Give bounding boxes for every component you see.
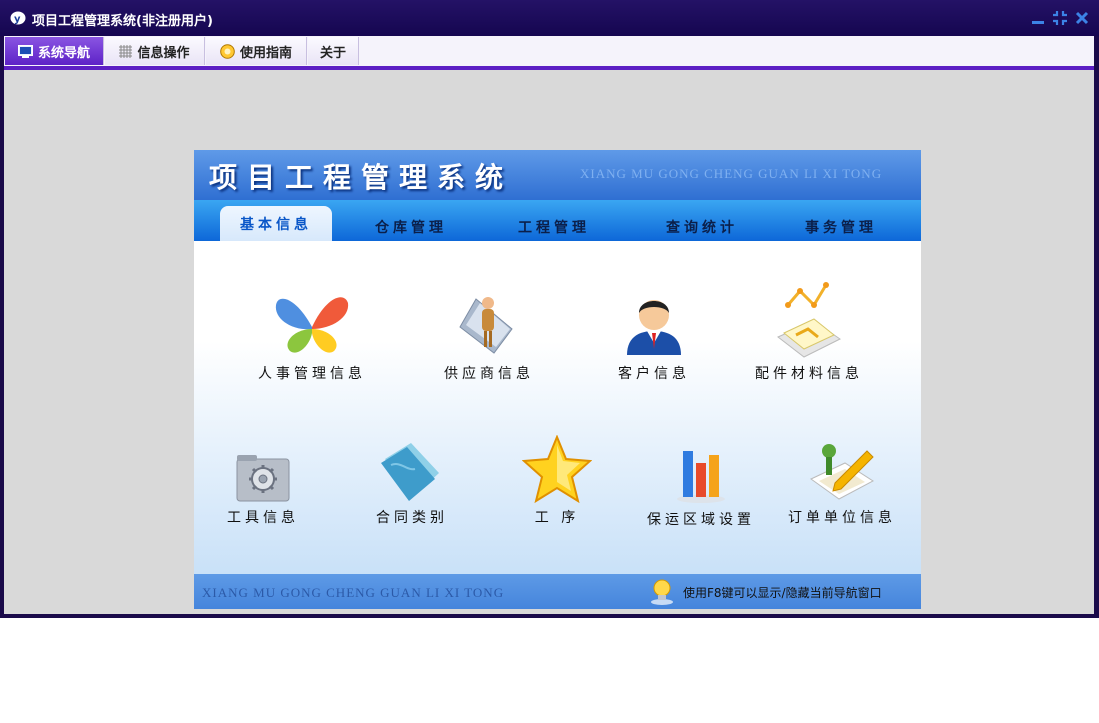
banner-subtitle: XIANG MU GONG CHENG GUAN LI XI TONG — [580, 166, 883, 181]
tab-basic-info[interactable]: 基本信息 — [220, 206, 332, 242]
tab-warehouse[interactable]: 仓库管理 — [356, 214, 466, 240]
bar-chart-icon — [677, 451, 725, 503]
person-document-icon — [459, 297, 513, 354]
user-icon — [627, 300, 681, 355]
menu-label: 关于 — [319, 45, 346, 61]
minimize-icon[interactable] — [1030, 10, 1046, 26]
window-title: 项目工程管理系统(非注册用户) — [32, 14, 213, 29]
module-label: 合同类别 — [376, 510, 448, 526]
tab-query-stats[interactable]: 查询统计 — [647, 214, 757, 240]
lightbulb-icon — [651, 579, 673, 605]
restore-icon[interactable] — [1052, 10, 1068, 26]
module-customer[interactable]: 客户信息 — [579, 289, 729, 383]
menu-system-navigation[interactable]: 系统导航 — [5, 37, 104, 65]
module-label: 人事管理信息 — [258, 366, 366, 382]
footer-subtitle: XIANG MU GONG CHENG GUAN LI XI TONG — [202, 585, 505, 600]
chart-paper-icon — [777, 282, 841, 358]
tab-affairs[interactable]: 事务管理 — [786, 214, 896, 240]
butterfly-icon — [275, 297, 349, 353]
module-region-settings[interactable]: 保运区域设置 — [626, 445, 776, 529]
navigation-panel: 项目工程管理系统 XIANG MU GONG CHENG GUAN LI XI … — [194, 150, 921, 609]
menu-label: 使用指南 — [239, 45, 292, 61]
module-label: 保运区域设置 — [647, 512, 755, 528]
svg-text:y: y — [14, 14, 21, 25]
module-tools[interactable]: 工具信息 — [194, 453, 338, 527]
menu-label: 系统导航 — [37, 45, 90, 61]
close-icon[interactable] — [1074, 10, 1090, 26]
menu-bar: 系统导航 信息操作 使用指南 关于 — [4, 36, 1094, 70]
module-label: 客户信息 — [618, 366, 690, 382]
module-order-unit[interactable]: 订单单位信息 — [767, 439, 917, 527]
menu-user-guide[interactable]: 使用指南 — [206, 37, 307, 65]
module-grid: 人事管理信息 供应商信息 客户信息 配件材料信息 工具信息 合同类别 工 序 保… — [194, 241, 921, 574]
module-label: 工 序 — [534, 510, 580, 526]
module-process[interactable]: 工 序 — [482, 435, 632, 527]
module-parts-materials[interactable]: 配件材料信息 — [734, 281, 884, 383]
banner-title: 项目工程管理系统 — [209, 161, 514, 194]
module-label: 配件材料信息 — [755, 366, 863, 382]
gear-folder-icon — [236, 455, 290, 502]
module-supplier[interactable]: 供应商信息 — [414, 289, 564, 383]
tab-engineering[interactable]: 工程管理 — [499, 214, 609, 240]
title-bar: y 项目工程管理系统(非注册用户) — [0, 0, 1099, 36]
module-personnel[interactable]: 人事管理信息 — [237, 289, 387, 383]
module-label: 工具信息 — [227, 510, 299, 526]
module-label: 供应商信息 — [444, 366, 534, 382]
guide-icon — [220, 43, 235, 59]
menu-about[interactable]: 关于 — [308, 37, 359, 65]
module-label: 订单单位信息 — [788, 510, 896, 526]
f8-hint: 使用F8键可以显示/隐藏当前导航窗口 — [683, 586, 882, 600]
folder-icon — [381, 443, 439, 501]
menu-info-operation[interactable]: 信息操作 — [105, 37, 205, 65]
monitor-icon — [17, 44, 33, 58]
star-icon — [522, 435, 592, 503]
grid-icon — [119, 44, 133, 58]
menu-label: 信息操作 — [137, 45, 190, 61]
pencil-paper-icon — [810, 444, 874, 500]
status-footer: XIANG MU GONG CHENG GUAN LI XI TONG 使用F8… — [194, 574, 921, 609]
banner: 项目工程管理系统 XIANG MU GONG CHENG GUAN LI XI … — [194, 150, 921, 200]
app-logo-icon: y — [10, 11, 26, 25]
module-contract-category[interactable]: 合同类别 — [337, 439, 487, 527]
